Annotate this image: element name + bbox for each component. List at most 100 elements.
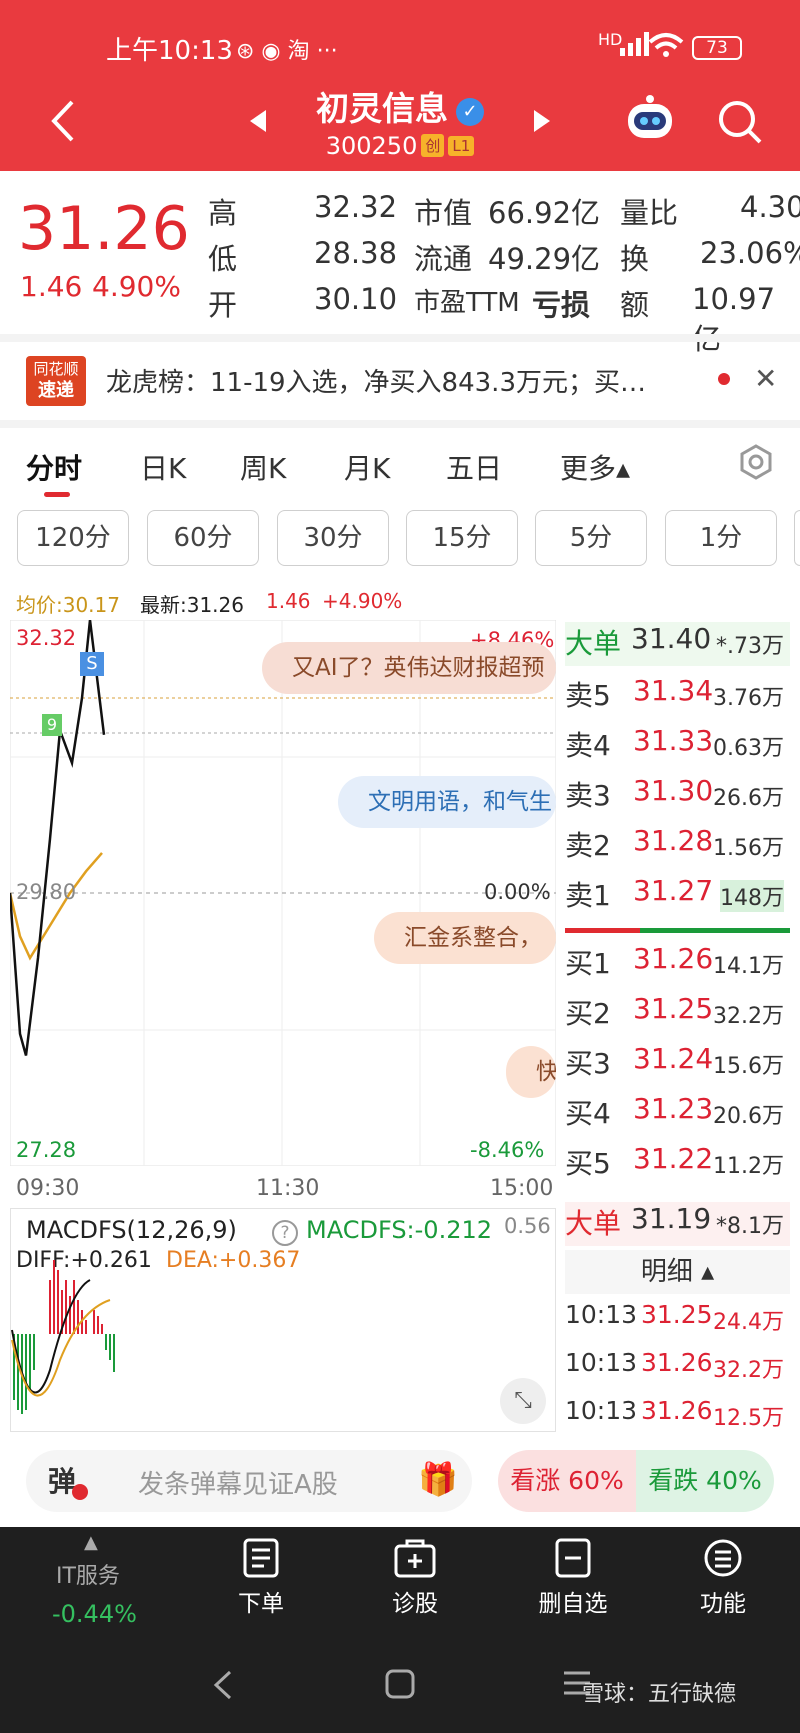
avg-price: 均价:30.17 bbox=[16, 593, 120, 617]
danmu-bubble[interactable]: 又AI了？英伟达财报超预 bbox=[262, 642, 556, 694]
big-sell-row: 大单 31.40 *.73万 bbox=[565, 622, 790, 666]
time-start: 09:30 bbox=[16, 1176, 80, 1201]
gift-icon[interactable]: 🎁 bbox=[418, 1460, 458, 1498]
mcap-label: 市值 bbox=[414, 196, 473, 230]
level-volume: 11.2万 bbox=[713, 1154, 784, 1179]
tab-month-k[interactable]: 月K bbox=[344, 447, 390, 487]
last-price: 31.26 bbox=[18, 194, 190, 264]
level-price: 31.30 bbox=[633, 774, 714, 807]
news-ticker[interactable]: 龙虎榜：11-19入选，净买入843.3万元；买… bbox=[106, 362, 646, 399]
ask-row-3: 卖3 31.30 26.6万 bbox=[565, 774, 790, 818]
nav-remove-watchlist[interactable]: 删自选 bbox=[528, 1538, 618, 1618]
level-volume: 14.1万 bbox=[713, 954, 784, 979]
pct-bottom-label: -8.46% bbox=[470, 1138, 545, 1162]
tab-week-k[interactable]: 周K bbox=[240, 447, 286, 487]
level-label: 卖1 bbox=[565, 879, 611, 912]
battery-icon: 73 bbox=[692, 36, 742, 60]
pct-mid-label: 0.00% bbox=[484, 880, 551, 904]
danmu-bubble[interactable]: 快 bbox=[506, 1046, 556, 1098]
level-price: 31.28 bbox=[633, 824, 714, 857]
timeshare-chart[interactable] bbox=[10, 620, 556, 1166]
amount-label: 额 bbox=[620, 288, 650, 322]
y-mid-label: 29.80 bbox=[16, 880, 77, 904]
macd-title[interactable]: MACDFS(12,26,9) bbox=[26, 1216, 237, 1244]
danmu-bubble[interactable]: 汇金系整合， bbox=[374, 912, 556, 964]
order-icon bbox=[243, 1538, 279, 1578]
tab-more[interactable]: 更多▴ bbox=[560, 447, 630, 487]
stock-header: 上午10:13 ⊛ ◉ 淘 ··· HD 73 初灵信息 ✓ 300250 创 L1 bbox=[0, 0, 800, 171]
latest-pct: +4.90% bbox=[322, 589, 403, 613]
sector-change: -0.44% bbox=[52, 1600, 137, 1628]
float-label: 流通 bbox=[414, 242, 473, 276]
news-logo: 同花顺 速递 bbox=[26, 356, 86, 406]
danmu-placeholder: 发条弹幕见证A股 bbox=[138, 1470, 338, 1500]
dea-value: DEA:+0.367 bbox=[166, 1248, 301, 1273]
system-back-icon[interactable] bbox=[210, 1668, 234, 1702]
bid-row-4: 买4 31.23 20.6万 bbox=[565, 1092, 790, 1136]
expand-up-icon[interactable]: ▲ bbox=[84, 1532, 98, 1553]
verified-icon: ✓ bbox=[456, 98, 484, 126]
bid-row-3: 买3 31.24 15.6万 bbox=[565, 1042, 790, 1086]
nav-order[interactable]: 下单 bbox=[226, 1538, 296, 1618]
tab-day-k[interactable]: 日K bbox=[140, 447, 186, 487]
menu-icon bbox=[704, 1539, 742, 1577]
period-60[interactable]: 60分 bbox=[147, 510, 259, 566]
signal-icon: HD bbox=[598, 30, 623, 49]
level-price: 31.27 bbox=[633, 874, 714, 907]
expand-icon[interactable]: ⤡ bbox=[500, 1378, 546, 1424]
level-tag: L1 bbox=[448, 136, 475, 156]
ask-row-1: 卖5 31.34 3.76万 bbox=[565, 674, 790, 718]
bid-row-1: 买1 31.26 14.1万 bbox=[565, 942, 790, 986]
level-label: 买2 bbox=[565, 997, 611, 1030]
nav-functions[interactable]: 功能 bbox=[688, 1538, 758, 1618]
search-icon[interactable] bbox=[716, 98, 764, 146]
low-value: 28.38 bbox=[314, 236, 398, 270]
stock-name: 初灵信息 ✓ bbox=[0, 82, 800, 130]
diagnose-icon bbox=[394, 1539, 436, 1578]
level-label: 卖4 bbox=[565, 729, 611, 762]
system-home-icon[interactable] bbox=[384, 1668, 416, 1700]
level-volume: 15.6万 bbox=[713, 1054, 784, 1079]
open-label: 开 bbox=[208, 288, 238, 322]
amount-value: 10.97亿 bbox=[692, 282, 776, 356]
level-label: 买3 bbox=[565, 1047, 611, 1080]
help-icon[interactable]: ? bbox=[272, 1220, 298, 1246]
detail-toggle[interactable]: 明细 ▴ bbox=[565, 1250, 790, 1294]
level-label: 买4 bbox=[565, 1097, 611, 1130]
pe-label: 市盈TTM bbox=[414, 288, 520, 318]
level-label: 卖3 bbox=[565, 779, 611, 812]
level-label: 卖5 bbox=[565, 679, 611, 712]
remove-watchlist-icon bbox=[555, 1538, 591, 1578]
level-label: 买1 bbox=[565, 947, 611, 980]
level-price: 31.34 bbox=[633, 674, 714, 707]
robot-assistant-icon[interactable] bbox=[622, 94, 678, 146]
bearish-vote-button[interactable]: 看跌 40% bbox=[636, 1450, 774, 1512]
period-30[interactable]: 30分 bbox=[277, 510, 389, 566]
tab-five-day[interactable]: 五日 bbox=[446, 447, 502, 487]
danmu-bubble[interactable]: 文明用语，和气生 bbox=[338, 776, 556, 828]
period-15[interactable]: 15分 bbox=[406, 510, 518, 566]
level-price: 31.24 bbox=[633, 1042, 714, 1075]
tab-timeshare[interactable]: 分时 bbox=[26, 447, 82, 487]
period-5[interactable]: 5分 bbox=[535, 510, 647, 566]
sector-name[interactable]: IT服务 bbox=[56, 1558, 120, 1590]
level-price: 31.33 bbox=[633, 724, 714, 757]
nav-diagnose[interactable]: 诊股 bbox=[380, 1538, 450, 1618]
sell-mark[interactable]: S bbox=[80, 652, 104, 676]
status-app-icons: ⊛ ◉ 淘 ··· bbox=[236, 39, 338, 64]
turnover-value: 23.06% bbox=[700, 236, 800, 270]
y-bottom-label: 27.28 bbox=[16, 1138, 77, 1162]
period-120[interactable]: 120分 bbox=[17, 510, 129, 566]
time-mid: 11:30 bbox=[256, 1176, 320, 1201]
board-tag: 创 bbox=[421, 134, 445, 157]
float-value: 49.29亿 bbox=[488, 242, 601, 276]
level-label: 买5 bbox=[565, 1147, 611, 1180]
period-1[interactable]: 1分 bbox=[665, 510, 777, 566]
bullish-vote-button[interactable]: 看涨 60% bbox=[498, 1450, 636, 1512]
high-value: 32.32 bbox=[314, 190, 398, 224]
level-price: 31.25 bbox=[633, 992, 714, 1025]
settings-icon[interactable] bbox=[738, 444, 774, 480]
unread-dot bbox=[718, 373, 730, 385]
close-icon[interactable]: ✕ bbox=[754, 362, 777, 395]
level-volume: 148万 bbox=[720, 880, 784, 912]
